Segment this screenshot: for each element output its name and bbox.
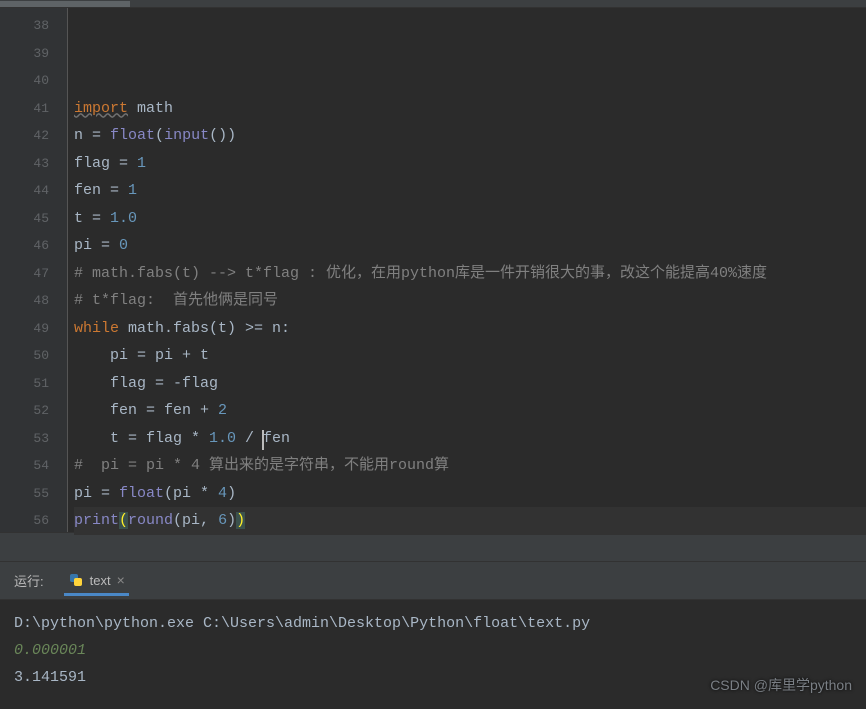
code-line[interactable]: # t*flag: 首先他俩是同号 <box>74 287 866 315</box>
code-editor: 38394041424344454647484950515253545556 i… <box>0 8 866 532</box>
code-line[interactable]: t = 1.0 <box>74 205 866 233</box>
code-line[interactable] <box>74 590 866 618</box>
code-line[interactable]: while math.fabs(t) >= n: <box>74 315 866 343</box>
line-number: 46 <box>0 232 49 260</box>
line-number: 48 <box>0 287 49 315</box>
line-number: 50 <box>0 342 49 370</box>
line-number: 41 <box>0 95 49 123</box>
line-number: 38 <box>0 12 49 40</box>
code-line[interactable]: t = flag * 1.0 / fen <box>74 425 866 453</box>
line-number: 54 <box>0 452 49 480</box>
code-line[interactable]: pi = 0 <box>74 232 866 260</box>
line-number: 44 <box>0 177 49 205</box>
editor-horizontal-scrollbar[interactable] <box>0 0 866 8</box>
run-panel-label: 运行: <box>14 571 44 590</box>
code-line[interactable]: n = float(input()) <box>74 122 866 150</box>
line-number: 51 <box>0 370 49 398</box>
line-number-gutter: 38394041424344454647484950515253545556 <box>0 8 68 532</box>
console-line: 0.000001 <box>14 637 852 664</box>
line-number: 56 <box>0 507 49 535</box>
code-line[interactable] <box>74 562 866 590</box>
text-caret <box>262 430 264 450</box>
code-line[interactable]: fen = 1 <box>74 177 866 205</box>
python-icon <box>68 572 84 588</box>
code-line[interactable]: flag = -flag <box>74 370 866 398</box>
code-line[interactable] <box>74 535 866 563</box>
line-number: 42 <box>0 122 49 150</box>
watermark: CSDN @库里学python <box>710 675 852 695</box>
line-number: 39 <box>0 40 49 68</box>
code-line[interactable]: # math.fabs(t) --> t*flag : 优化，在用python库… <box>74 260 866 288</box>
code-line[interactable]: pi = pi + t <box>74 342 866 370</box>
code-line[interactable]: flag = 1 <box>74 150 866 178</box>
line-number: 40 <box>0 67 49 95</box>
line-number: 52 <box>0 397 49 425</box>
line-number: 55 <box>0 480 49 508</box>
line-number: 43 <box>0 150 49 178</box>
line-number: 49 <box>0 315 49 343</box>
code-area[interactable]: import mathn = float(input())flag = 1fen… <box>68 8 866 532</box>
code-line[interactable]: fen = fen + 2 <box>74 397 866 425</box>
line-number: 45 <box>0 205 49 233</box>
code-line[interactable]: import math <box>74 95 866 123</box>
code-line[interactable]: # pi = pi * 4 算出来的是字符串，不能用round算 <box>74 452 866 480</box>
line-number: 53 <box>0 425 49 453</box>
scrollbar-thumb[interactable] <box>0 1 130 7</box>
code-line[interactable]: pi = float(pi * 4) <box>74 480 866 508</box>
line-number: 47 <box>0 260 49 288</box>
code-line[interactable]: print(round(pi, 6)) <box>74 507 866 535</box>
